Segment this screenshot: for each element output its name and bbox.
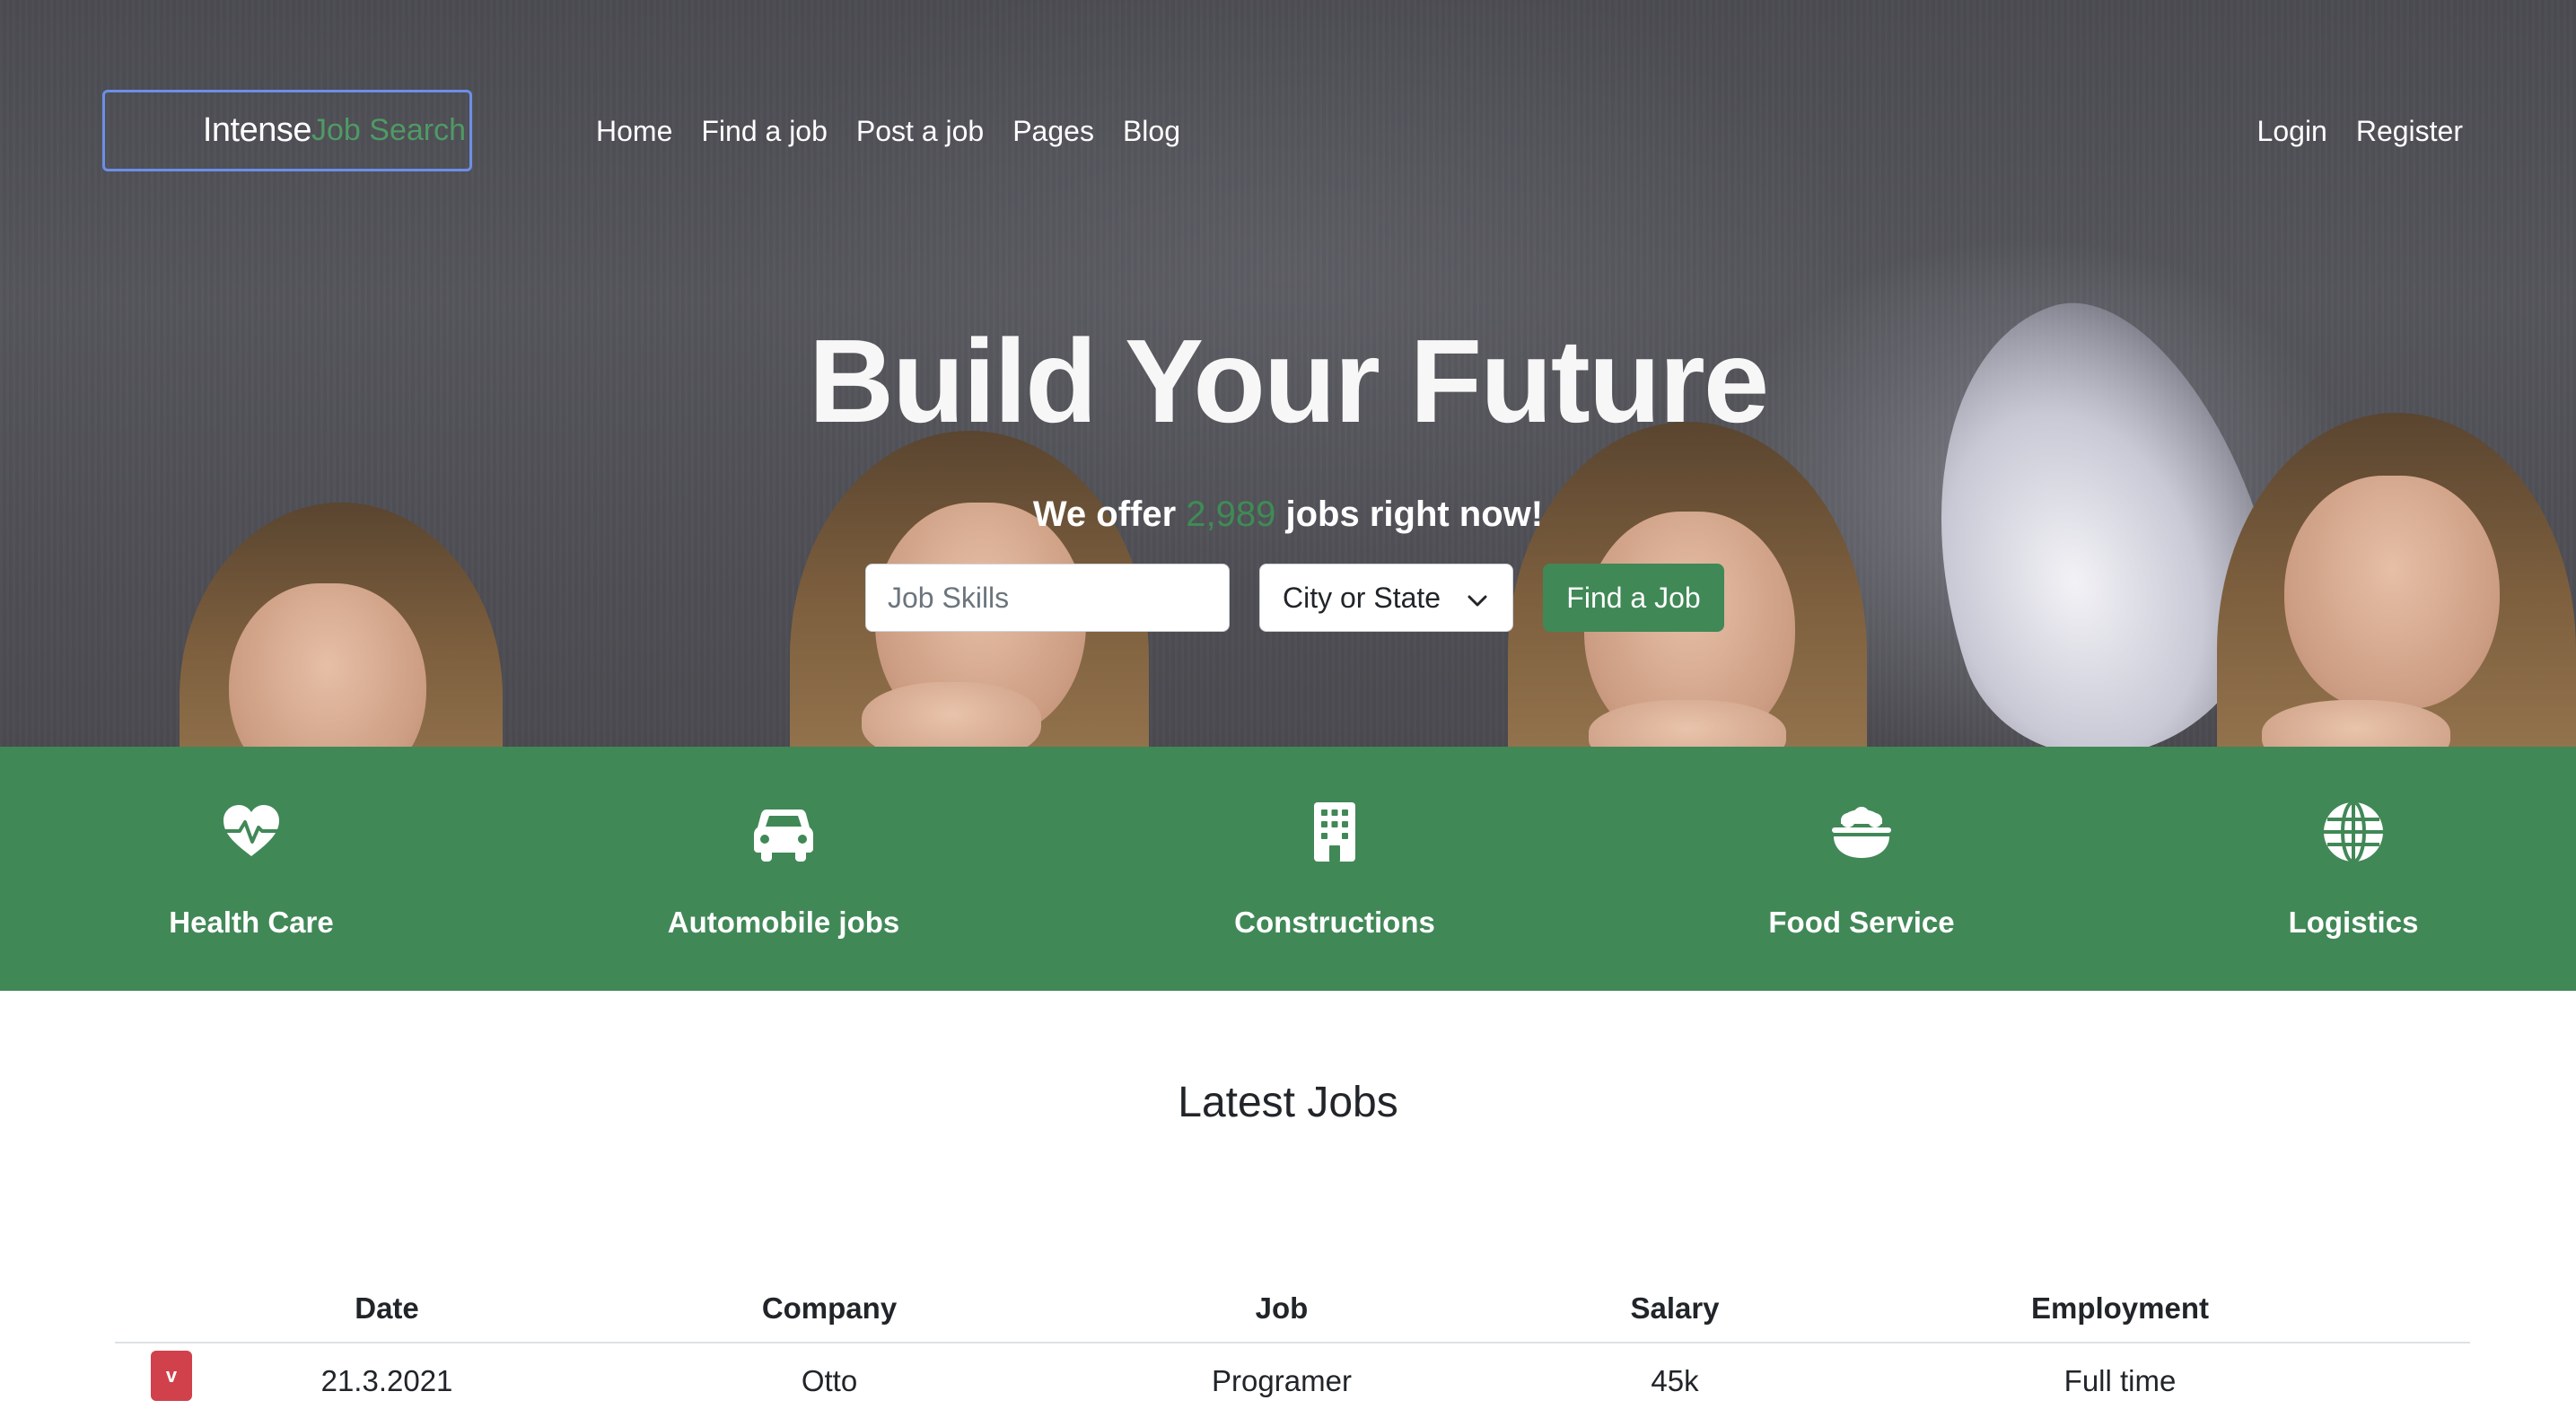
- hero-title: Build Your Future: [808, 315, 1769, 447]
- login-link[interactable]: Login: [2257, 106, 2327, 156]
- nav-link-blog[interactable]: Blog: [1123, 106, 1180, 156]
- food-bowl-icon: [1830, 801, 1893, 863]
- hero-subtitle-prefix: We offer: [1032, 494, 1187, 534]
- row-job: Programer: [1212, 1363, 1352, 1397]
- category-automobile-jobs[interactable]: Automobile jobs: [586, 747, 981, 991]
- car-icon: [752, 801, 815, 863]
- brand-name-secondary: Job Search: [311, 113, 466, 147]
- heart-pulse-icon: [220, 801, 283, 863]
- find-a-job-button[interactable]: Find a Job: [1543, 564, 1724, 632]
- category-label: Automobile jobs: [667, 906, 900, 939]
- table-row[interactable]: v 21.3.2021 Otto Programer 45k Full time: [115, 1343, 2470, 1409]
- nav-link-pages[interactable]: Pages: [1012, 106, 1094, 156]
- category-label: Health Care: [169, 906, 334, 939]
- category-constructions[interactable]: Constructions: [1137, 747, 1532, 991]
- latest-jobs-table: Date Company Job Salary Employment v 21.…: [115, 1274, 2470, 1409]
- table-header-row: Date Company Job Salary Employment: [115, 1274, 2470, 1343]
- table-header-job: Job: [1099, 1274, 1465, 1343]
- account-nav: Login Register: [2257, 106, 2463, 156]
- category-logistics[interactable]: Logistics: [2156, 747, 2551, 991]
- location-select[interactable]: City or State: [1259, 564, 1513, 632]
- brand-name-primary: Intense: [202, 111, 312, 149]
- job-search-form: City or State Find a Job: [865, 564, 1724, 632]
- table-header-company: Company: [560, 1274, 1099, 1343]
- category-label: Logistics: [2288, 906, 2419, 939]
- category-food-service[interactable]: Food Service: [1664, 747, 2059, 991]
- hero-section: Intense Job Search Home Find a job Post a…: [0, 0, 2576, 747]
- company-badge: v: [151, 1350, 192, 1401]
- nav-link-home[interactable]: Home: [596, 106, 672, 156]
- category-health-care[interactable]: Health Care: [54, 747, 449, 991]
- register-link[interactable]: Register: [2356, 106, 2463, 156]
- row-salary: 45k: [1651, 1363, 1699, 1397]
- building-icon: [1303, 801, 1366, 863]
- hero-subtitle: We offer 2,989 jobs right now!: [0, 487, 2576, 541]
- row-company: Otto: [801, 1363, 858, 1397]
- nav-link-find-a-job[interactable]: Find a job: [701, 106, 828, 156]
- job-categories-bar: Health Care Automobile jobs Construction…: [0, 747, 2576, 991]
- latest-jobs-heading: Latest Jobs: [1178, 1079, 1398, 1126]
- row-employment: Full time: [2063, 1363, 2177, 1397]
- main-nav: Home Find a job Post a job Pages Blog: [596, 106, 1180, 156]
- row-spacer: [2355, 1343, 2470, 1409]
- job-count: 2,989: [1186, 494, 1276, 534]
- row-date: 21.3.2021: [320, 1363, 453, 1397]
- table-header-salary: Salary: [1465, 1274, 1885, 1343]
- category-label: Food Service: [1768, 906, 1955, 939]
- location-select-value: City or State: [1283, 581, 1441, 614]
- table-header-date: Date: [214, 1274, 560, 1343]
- job-skills-input[interactable]: [865, 564, 1230, 632]
- hero-subtitle-suffix: jobs right now!: [1275, 494, 1544, 534]
- globe-icon: [2322, 801, 2385, 863]
- nav-link-post-a-job[interactable]: Post a job: [856, 106, 984, 156]
- table-header-badge: [115, 1274, 214, 1343]
- chevron-down-icon: [1468, 582, 1487, 615]
- row-badge-cell: v: [115, 1343, 214, 1409]
- table-header-employment: Employment: [1885, 1274, 2355, 1343]
- category-label: Constructions: [1234, 906, 1435, 939]
- brand-logo-link[interactable]: Intense Job Search: [102, 90, 472, 171]
- table-header-spacer: [2355, 1274, 2470, 1343]
